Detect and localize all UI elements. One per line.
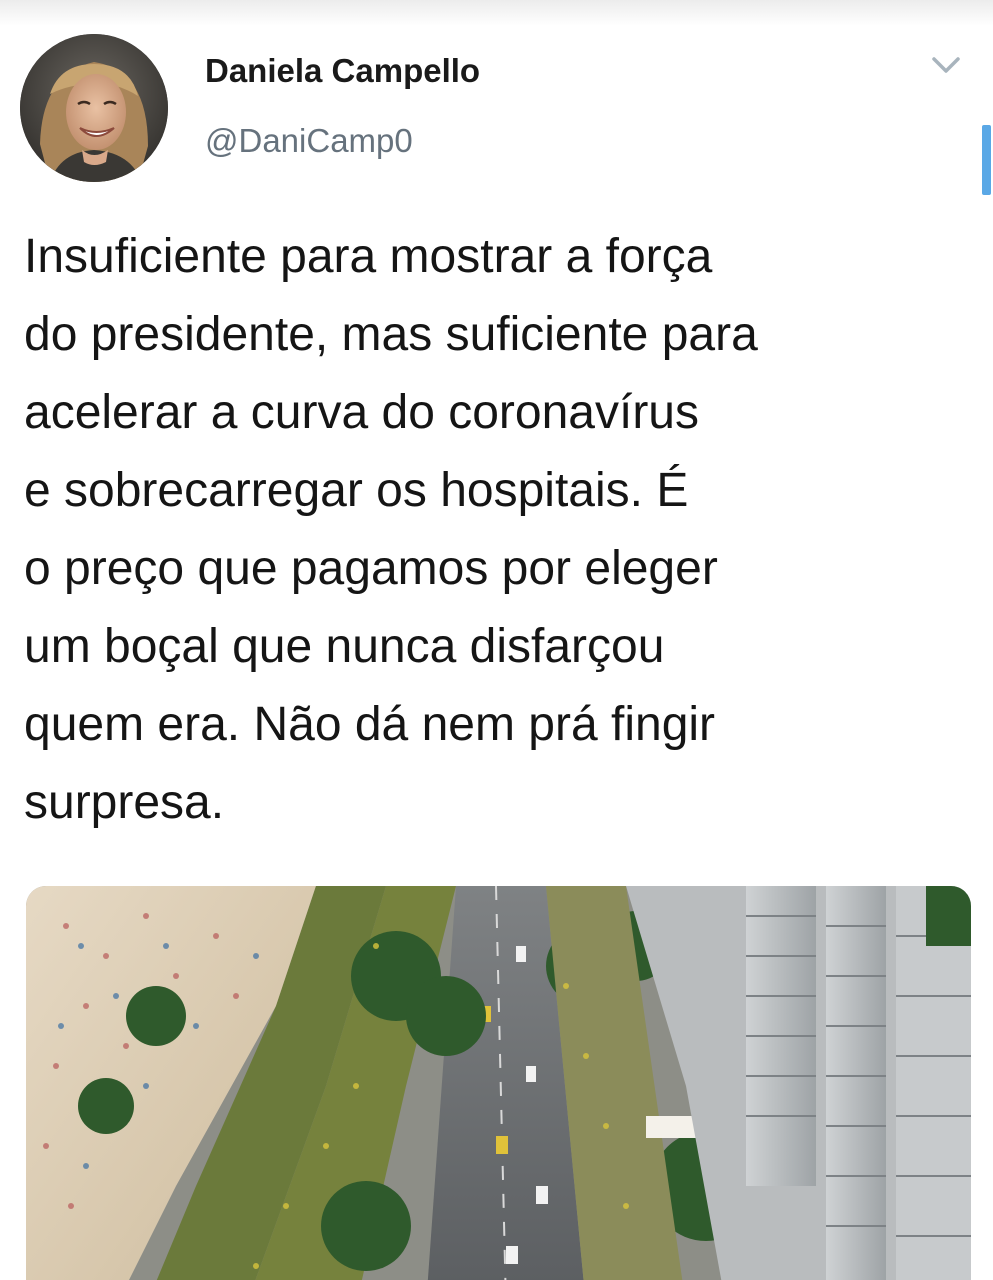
tweet-text-line: o preço que pagamos por eleger [24,542,718,595]
chevron-down-icon[interactable] [926,50,966,80]
scroll-indicator[interactable] [982,125,991,195]
tweet-text-line: e sobrecarregar os hospitais. É [24,464,689,517]
top-divider [0,0,993,26]
tweet-photo[interactable] [26,886,971,1280]
tweet-text-line: acelerar a curva do coronavírus [24,386,699,439]
author-display-name[interactable]: Daniela Campello [205,52,480,90]
tweet-screenshot: Daniela Campello @DaniCamp0 Insuficiente… [0,0,993,1280]
avatar-image [20,34,168,182]
tweet-text-line: Insuficiente para mostrar a força [24,230,713,283]
avatar[interactable] [20,34,168,182]
tweet-text-line: um boçal que nunca disfarçou [24,620,665,673]
tweet-text-line: surpresa. [24,776,225,829]
aerial-photo-illustration [26,886,971,1280]
tweet-text-line: quem era. Não dá nem prá fingir [24,698,716,751]
tweet-text-line: do presidente, mas suficiente para [24,308,758,361]
author-handle[interactable]: @DaniCamp0 [205,122,413,160]
tweet-text: Insuficiente para mostrar a força do pre… [24,218,974,842]
